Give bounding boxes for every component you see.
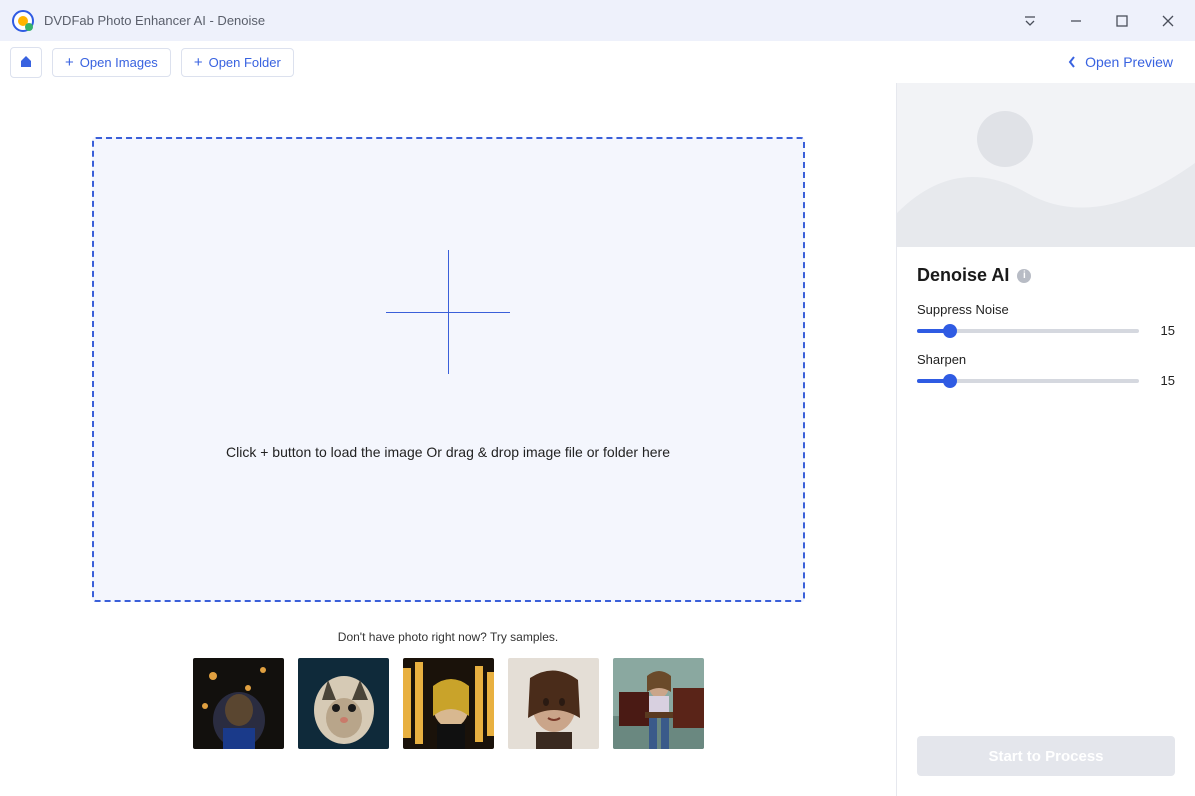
home-button[interactable] xyxy=(10,47,42,78)
dropzone-text: Click + button to load the image Or drag… xyxy=(226,444,670,460)
sample-thumbnail-4[interactable] xyxy=(508,658,599,749)
dropzone[interactable]: Click + button to load the image Or drag… xyxy=(92,137,805,602)
body: Click + button to load the image Or drag… xyxy=(0,83,1195,796)
chevron-left-icon xyxy=(1067,55,1077,69)
start-process-label: Start to Process xyxy=(988,748,1103,765)
sample-thumbnail-3[interactable] xyxy=(403,658,494,749)
slider-sharpen: Sharpen 15 xyxy=(917,352,1175,388)
side-preview-thumbnail xyxy=(897,83,1195,247)
plus-icon: + xyxy=(194,55,203,70)
slider-thumb[interactable] xyxy=(943,374,957,388)
side-title: Denoise AI xyxy=(917,265,1009,286)
sample-thumbnail-2[interactable] xyxy=(298,658,389,749)
side-panel: Denoise AI i Suppress Noise 15 Sharpen xyxy=(897,83,1195,796)
slider-thumb[interactable] xyxy=(943,324,957,338)
side-title-row: Denoise AI i xyxy=(917,265,1175,286)
samples-row xyxy=(193,658,704,749)
side-controls: Denoise AI i Suppress Noise 15 Sharpen xyxy=(897,247,1195,736)
slider-label: Sharpen xyxy=(917,352,1175,367)
open-images-label: Open Images xyxy=(80,55,158,70)
open-folder-button[interactable]: + Open Folder xyxy=(181,48,294,77)
maximize-button[interactable] xyxy=(1113,12,1131,30)
slider-suppress-noise: Suppress Noise 15 xyxy=(917,302,1175,338)
slider-label: Suppress Noise xyxy=(917,302,1175,317)
info-icon[interactable]: i xyxy=(1017,269,1031,283)
open-folder-label: Open Folder xyxy=(209,55,281,70)
slider-track[interactable] xyxy=(917,379,1139,383)
titlebar: DVDFab Photo Enhancer AI - Denoise xyxy=(0,0,1195,41)
window-title: DVDFab Photo Enhancer AI - Denoise xyxy=(44,13,1021,28)
slider-value: 15 xyxy=(1151,373,1175,388)
main-panel: Click + button to load the image Or drag… xyxy=(0,83,897,796)
slider-track[interactable] xyxy=(917,329,1139,333)
slider-value: 15 xyxy=(1151,323,1175,338)
home-icon xyxy=(19,54,33,71)
close-button[interactable] xyxy=(1159,12,1177,30)
open-images-button[interactable]: + Open Images xyxy=(52,48,171,77)
sample-thumbnail-5[interactable] xyxy=(613,658,704,749)
app-icon xyxy=(12,10,34,32)
samples-caption: Don't have photo right now? Try samples. xyxy=(338,630,558,644)
add-plus-icon xyxy=(386,250,510,374)
open-preview-button[interactable]: Open Preview xyxy=(1067,54,1185,70)
sample-thumbnail-1[interactable] xyxy=(193,658,284,749)
start-process-button[interactable]: Start to Process xyxy=(917,736,1175,776)
toolbar: + Open Images + Open Folder Open Preview xyxy=(0,41,1195,83)
tray-menu-icon[interactable] xyxy=(1021,12,1039,30)
plus-icon: + xyxy=(65,55,74,70)
open-preview-label: Open Preview xyxy=(1085,54,1173,70)
window-controls xyxy=(1021,12,1183,30)
minimize-button[interactable] xyxy=(1067,12,1085,30)
